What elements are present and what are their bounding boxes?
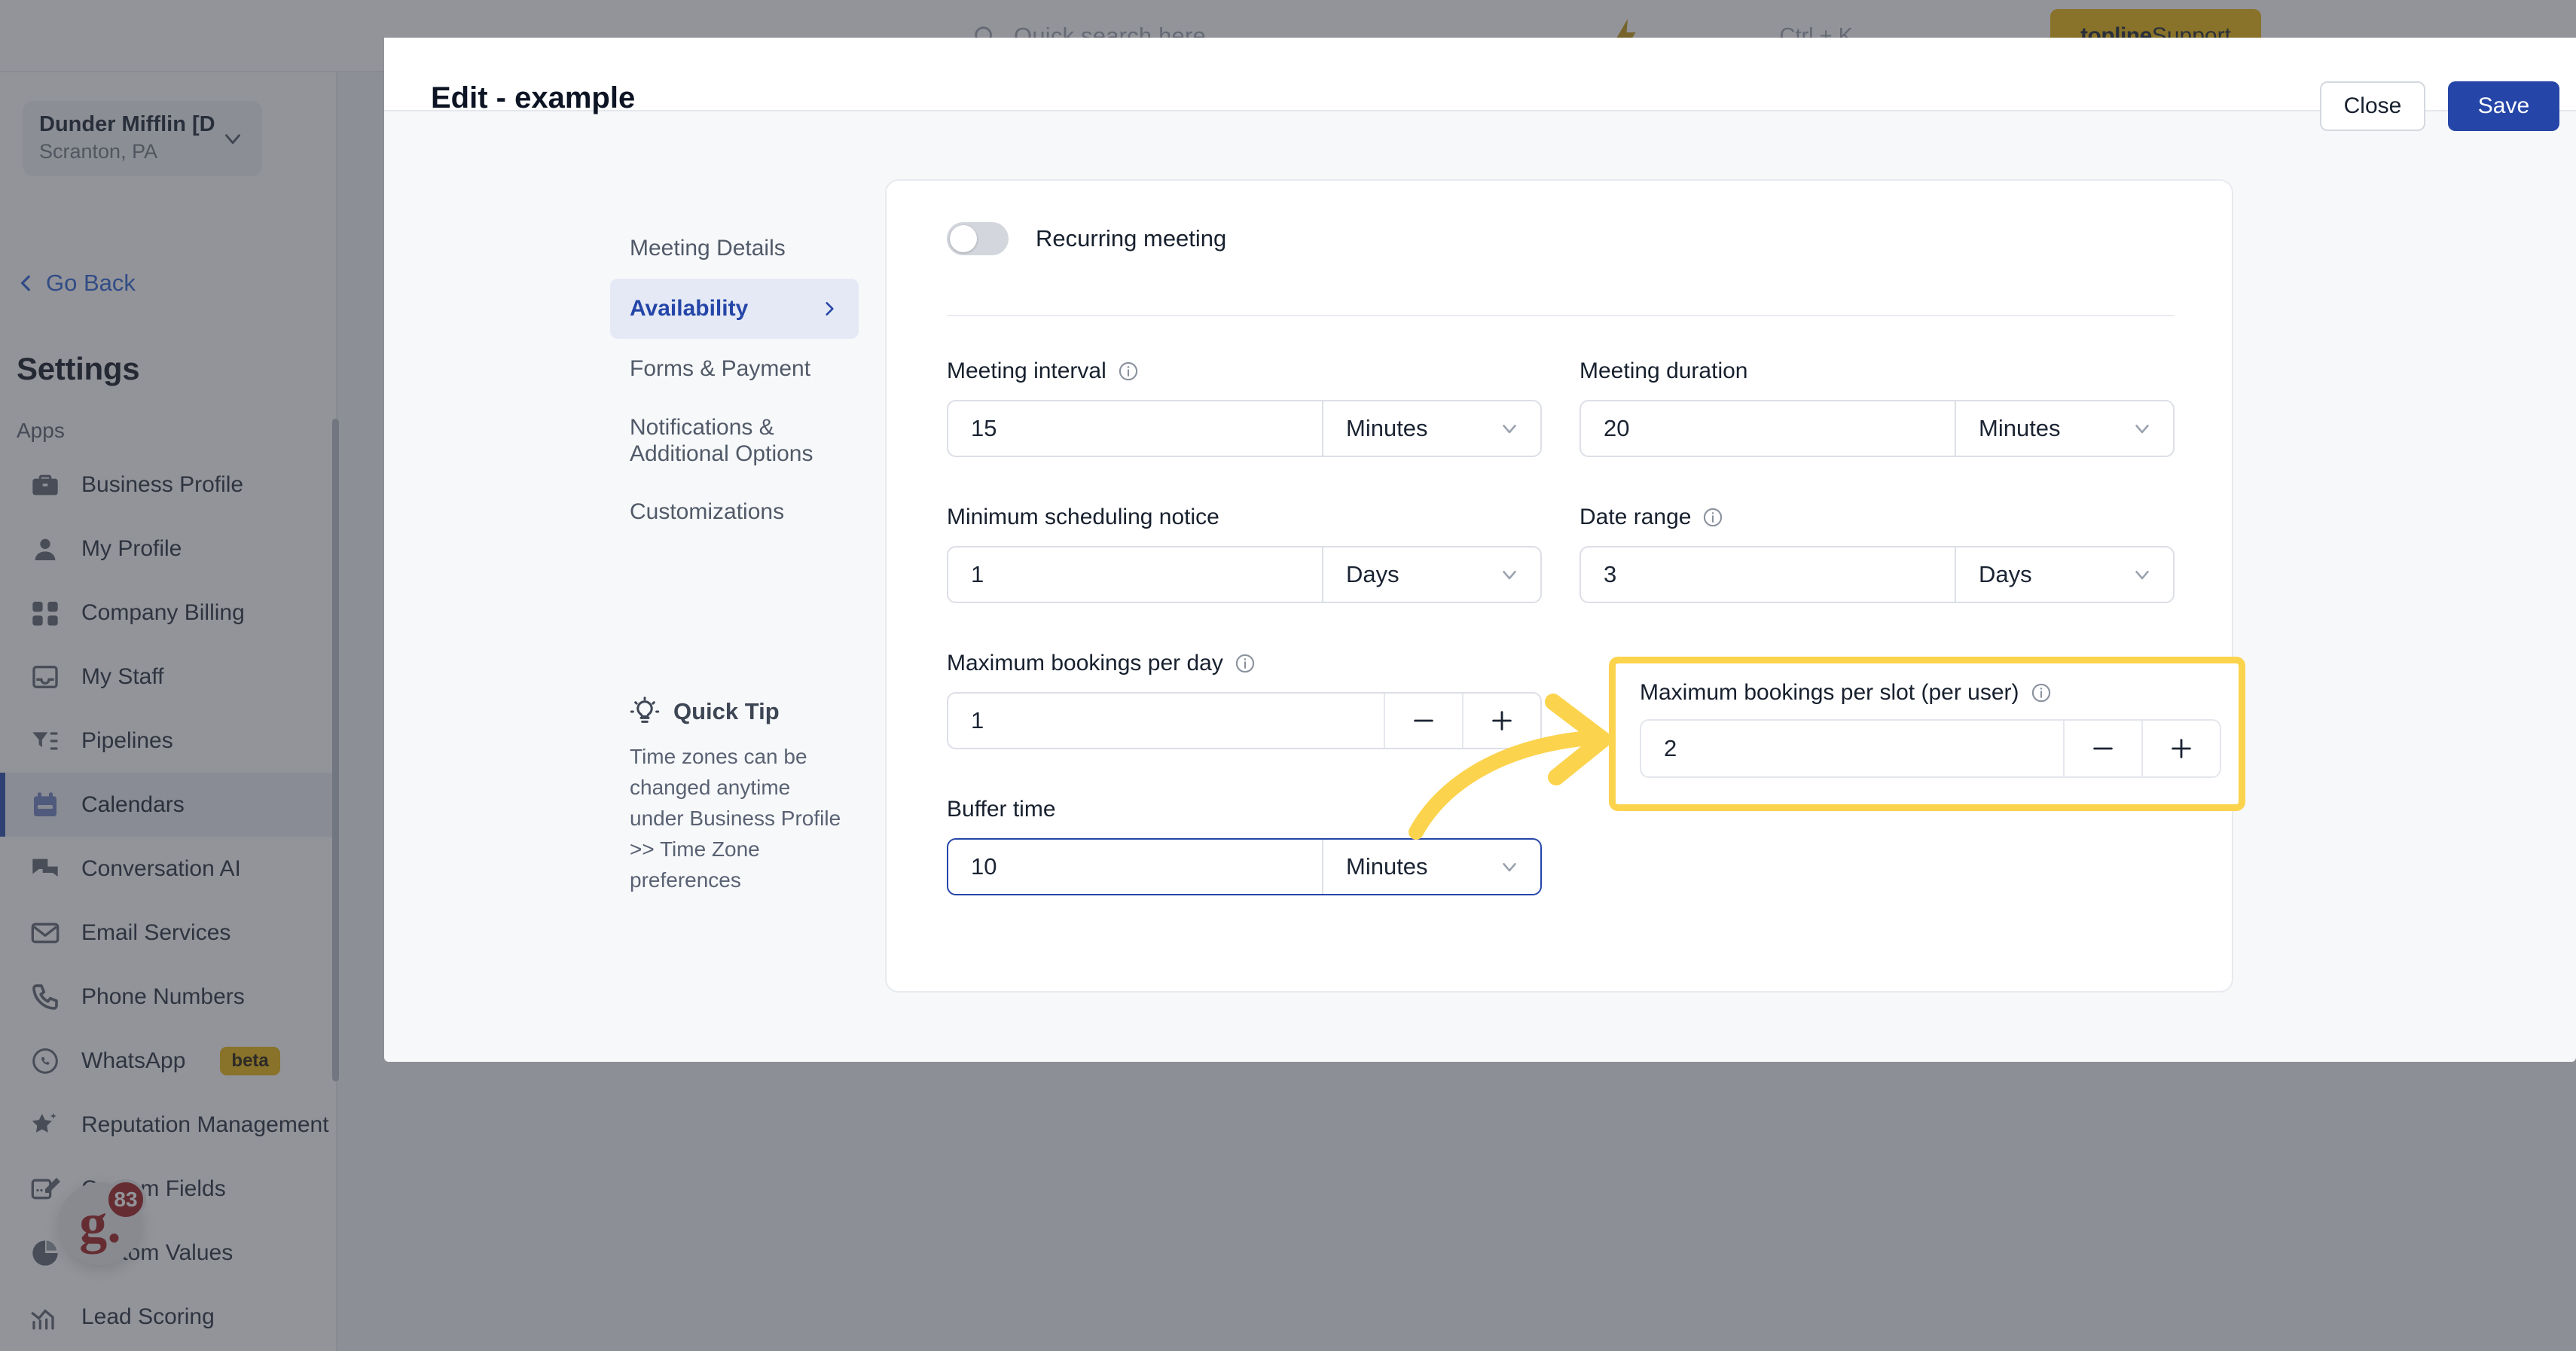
unit-value: Minutes [1979, 415, 2061, 441]
field-label: Minimum scheduling notice [947, 505, 1219, 529]
section-divider [947, 315, 2175, 316]
field-label: Maximum bookings per day [947, 651, 1223, 676]
field-label: Meeting duration [1579, 358, 1748, 383]
unit-value: Minutes [1346, 853, 1428, 880]
highlighted-maximum-bookings-per-slot-card: Maximum bookings per slot (per user) 2 [1609, 657, 2245, 811]
maximum-bookings-per-slot-value[interactable]: 2 [1641, 721, 2063, 776]
modal-header: Edit - example Close Save [384, 38, 2576, 131]
increment-button[interactable] [2141, 721, 2220, 776]
field-row-2: Minimum scheduling notice 1 Days Date ra… [947, 502, 2175, 648]
quick-tip-title: Quick Tip [673, 698, 780, 724]
availability-form-card: Recurring meeting Meeting interval 15 Mi… [885, 179, 2233, 993]
decrement-button[interactable] [2063, 721, 2141, 776]
step-label: Forms & Payment [630, 356, 811, 382]
chevron-right-icon [826, 302, 834, 316]
step-label: Customizations [630, 499, 785, 525]
minimum-scheduling-notice-input-group[interactable]: 1 Days [947, 546, 1542, 603]
date-range-unit-select[interactable]: Days [1955, 547, 2173, 602]
unit-value: Days [1346, 561, 1399, 587]
chevron-down-icon [1503, 425, 1516, 434]
recurring-meeting-label: Recurring meeting [1036, 225, 1227, 252]
step-meeting-details[interactable]: Meeting Details [610, 218, 859, 279]
lightbulb-icon [630, 697, 660, 723]
maximum-bookings-per-slot-input-group[interactable]: 2 [1640, 719, 2221, 778]
date-range-input-group[interactable]: 3 Days [1579, 546, 2175, 603]
field-label-row: Date range [1579, 502, 2175, 533]
highlight-card-inner: Maximum bookings per slot (per user) 2 [1640, 680, 2221, 778]
field-label-row: Minimum scheduling notice [947, 502, 1542, 533]
maximum-bookings-per-day-value[interactable]: 1 [948, 694, 1384, 748]
step-customizations[interactable]: Customizations [610, 482, 859, 542]
field-label: Maximum bookings per slot (per user) [1640, 680, 2019, 705]
modal-step-nav: Meeting Details Availability Forms & Pay… [610, 218, 859, 542]
buffer-time-unit-select[interactable]: Minutes [1322, 840, 1540, 894]
meeting-interval-value[interactable]: 15 [948, 401, 1322, 456]
field-label-row: Maximum bookings per day [947, 648, 1542, 679]
annotation-arrow-icon [1409, 694, 1611, 840]
toggle-knob [950, 225, 977, 252]
modal-body: Meeting Details Availability Forms & Pay… [384, 113, 2576, 1062]
field-label: Meeting interval [947, 358, 1106, 383]
step-availability[interactable]: Availability [610, 279, 859, 339]
app-root: Quick search here Ctrl + K topline Suppo… [0, 0, 2576, 1351]
unit-value: Days [1979, 561, 2032, 587]
edit-calendar-modal: Edit - example Close Save Meeting Detail… [384, 38, 2576, 1062]
quick-tip-header: Quick Tip [610, 697, 859, 727]
unit-value: Minutes [1346, 415, 1428, 441]
quick-tip-body: Time zones can be changed anytime under … [630, 745, 841, 892]
minimum-scheduling-notice-unit-select[interactable]: Days [1322, 547, 1540, 602]
field-date-range: Date range 3 Days [1579, 502, 2175, 603]
step-label: Meeting Details [630, 236, 786, 261]
quick-tip-panel: Quick Tip Time zones can be changed anyt… [610, 697, 859, 895]
meeting-duration-input-group[interactable]: 20 Minutes [1579, 400, 2175, 457]
minus-icon [2093, 747, 2113, 750]
meeting-duration-value[interactable]: 20 [1581, 401, 1955, 456]
chevron-down-icon [2135, 571, 2149, 580]
field-label-row: Maximum bookings per slot (per user) [1640, 680, 2221, 706]
chevron-down-icon [2135, 425, 2149, 434]
field-label-row: Meeting interval [947, 355, 1542, 387]
date-range-value[interactable]: 3 [1581, 547, 1955, 602]
step-label: Availability [630, 296, 749, 322]
minimum-scheduling-notice-value[interactable]: 1 [948, 547, 1322, 602]
step-forms-payment[interactable]: Forms & Payment [610, 339, 859, 399]
field-minimum-scheduling-notice: Minimum scheduling notice 1 Days [947, 502, 1542, 603]
field-row-1: Meeting interval 15 Minutes Meeting dura… [947, 355, 2175, 502]
field-meeting-duration: Meeting duration 20 Minutes [1579, 355, 2175, 457]
buffer-time-input-group[interactable]: 10 Minutes [947, 838, 1542, 895]
info-icon[interactable] [1235, 653, 1256, 674]
meeting-duration-unit-select[interactable]: Minutes [1955, 401, 2173, 456]
field-label: Buffer time [947, 797, 1056, 822]
step-label: Notifications & Additional Options [630, 414, 813, 466]
field-label-row: Meeting duration [1579, 355, 2175, 387]
step-notifications-additional-options[interactable]: Notifications & Additional Options [610, 399, 859, 482]
availability-fields-grid: Meeting interval 15 Minutes Meeting dura… [947, 355, 2175, 940]
field-label: Date range [1579, 505, 1692, 529]
modal-title: Edit - example [431, 81, 636, 114]
info-icon[interactable] [1118, 361, 1139, 382]
buffer-time-value[interactable]: 10 [948, 840, 1322, 894]
info-icon[interactable] [1702, 507, 1723, 528]
field-meeting-interval: Meeting interval 15 Minutes [947, 355, 1542, 457]
chevron-down-icon [1503, 571, 1516, 580]
maximum-bookings-per-slot-stepper [2063, 721, 2220, 776]
plus-icon [2172, 739, 2191, 758]
recurring-meeting-row: Recurring meeting [947, 222, 1226, 255]
chevron-down-icon [1503, 863, 1516, 872]
meeting-interval-input-group[interactable]: 15 Minutes [947, 400, 1542, 457]
meeting-interval-unit-select[interactable]: Minutes [1322, 401, 1540, 456]
info-icon[interactable] [2031, 682, 2052, 703]
recurring-meeting-toggle[interactable] [947, 222, 1009, 255]
